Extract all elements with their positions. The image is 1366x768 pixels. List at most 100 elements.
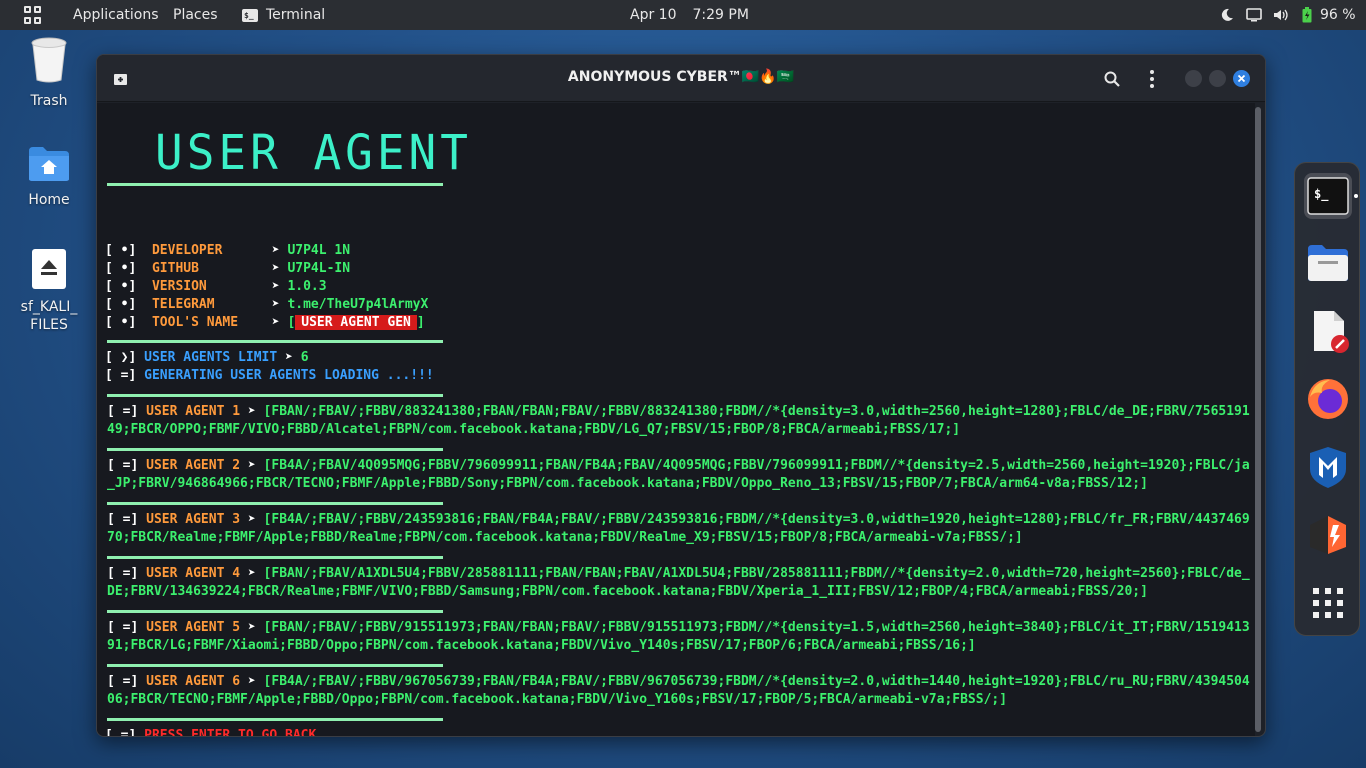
- clock[interactable]: Apr 10 7:29 PM: [630, 0, 749, 30]
- user-agent-entry: [ =] USER AGENT 2 ➤ [FB4A/;FBAV/4Q095MQG…: [107, 458, 1250, 491]
- display-icon[interactable]: [1246, 0, 1262, 30]
- prompt-text: PRESS ENTER TO GO BACK: [144, 728, 317, 737]
- close-icon: [1237, 74, 1246, 83]
- home-folder-icon: [29, 147, 69, 181]
- volume-icon[interactable]: [1273, 0, 1289, 30]
- applications-menu[interactable]: Applications: [73, 0, 159, 30]
- user-agent-label: USER AGENT 5: [146, 620, 241, 635]
- dock-metasploit[interactable]: [1306, 445, 1350, 489]
- loading-text: GENERATING USER AGENTS LOADING ...!!!: [144, 368, 434, 383]
- user-agent-label: USER AGENT 2: [146, 458, 241, 473]
- separator-line: [107, 394, 443, 397]
- desktop-shared-drive[interactable]: sf_KALI_ FILES: [9, 248, 89, 334]
- dock-text-editor[interactable]: [1306, 309, 1350, 353]
- battery-icon[interactable]: [1302, 0, 1312, 30]
- close-button[interactable]: [1233, 70, 1250, 87]
- user-agent-string: [FB4A/;FBAV/;FBBV/967056739;FBAN/FB4A;FB…: [107, 674, 1250, 707]
- user-agent-entry: [ =] USER AGENT 3 ➤ [FB4A/;FBAV/;FBBV/24…: [107, 512, 1250, 545]
- title-bar[interactable]: ANONYMOUS CYBER™🇧🇩🔥🇸🇦: [97, 55, 1265, 102]
- user-agent-entry: [ =] USER AGENT 6 ➤ [FB4A/;FBAV/;FBBV/96…: [107, 674, 1250, 707]
- prompt-line: [ =] PRESS ENTER TO GO BACK: [105, 727, 317, 737]
- separator-line: [107, 448, 443, 451]
- info-value: U7P4L 1N: [287, 243, 351, 258]
- info-key: TOOL'S NAME: [151, 315, 239, 330]
- scrollbar[interactable]: [1255, 107, 1261, 732]
- app-grid-icon[interactable]: [24, 6, 42, 24]
- minimize-button[interactable]: [1185, 70, 1202, 87]
- user-agent-entry: [ =] USER AGENT 5 ➤ [FBAN/;FBAV/;FBBV/91…: [107, 620, 1250, 653]
- dock-terminal[interactable]: $_: [1304, 173, 1352, 219]
- limit-value: 6: [300, 350, 309, 365]
- info-line: [ •] VERSION ➤ 1.0.3: [105, 279, 327, 294]
- terminal-window: ANONYMOUS CYBER™🇧🇩🔥🇸🇦 USER AGENT [ •] DE…: [96, 54, 1266, 737]
- limit-label: USER AGENTS LIMIT: [144, 350, 278, 365]
- kebab-menu-icon[interactable]: [1150, 70, 1154, 92]
- metasploit-icon: [1310, 447, 1346, 488]
- dock-files[interactable]: [1306, 241, 1350, 285]
- user-agent-string: [FBAN/;FBAV/;FBBV/915511973;FBAN/FBAN;FB…: [107, 620, 1250, 653]
- user-agent-entry: [ =] USER AGENT 1 ➤ [FBAN/;FBAV/;FBBV/88…: [107, 404, 1250, 437]
- info-key: GITHUB: [151, 261, 199, 276]
- window-title: ANONYMOUS CYBER™🇧🇩🔥🇸🇦: [567, 69, 795, 85]
- dock-firefox[interactable]: [1306, 377, 1350, 421]
- loading-line: [ =] GENERATING USER AGENTS LOADING ...!…: [105, 368, 434, 383]
- burpsuite-icon: [1310, 516, 1346, 554]
- places-menu[interactable]: Places: [173, 0, 218, 30]
- date-label: Apr 10: [630, 7, 677, 23]
- info-line: [ •] TOOL'S NAME ➤ [USER AGENT GEN]: [105, 315, 425, 330]
- user-agent-label: USER AGENT 6: [146, 674, 241, 689]
- user-agent-label: USER AGENT 1: [146, 404, 241, 419]
- info-value: 1.0.3: [287, 279, 327, 294]
- user-agent-string: [FB4A/;FBAV/;FBBV/243593816;FBAN/FB4A;FB…: [107, 512, 1250, 545]
- user-agent-label: USER AGENT 4: [146, 566, 241, 581]
- separator-line: [107, 502, 443, 505]
- limit-line: [ ❯] USER AGENTS LIMIT ➤ 6: [105, 350, 309, 365]
- maximize-button[interactable]: [1209, 70, 1226, 87]
- files-icon: [1308, 245, 1348, 281]
- running-indicator: [1354, 194, 1358, 198]
- desktop-trash[interactable]: Trash: [9, 36, 89, 110]
- dock-burpsuite[interactable]: [1306, 513, 1350, 557]
- terminal-app-label: Terminal: [266, 7, 326, 23]
- info-key: TELEGRAM: [151, 297, 215, 312]
- info-key: VERSION: [151, 279, 207, 294]
- trash-icon: [31, 37, 67, 83]
- info-line: [ •] DEVELOPER ➤ U7P4L 1N: [105, 243, 351, 258]
- home-label: Home: [28, 192, 70, 208]
- show-apps-icon[interactable]: [1312, 587, 1344, 623]
- top-panel: Applications Places $_ Terminal Apr 10 7…: [0, 0, 1366, 30]
- terminal-output[interactable]: USER AGENT [ •] DEVELOPER ➤ U7P4L 1N [ •]…: [97, 103, 1255, 737]
- user-agent-string: [FB4A/;FBAV/4Q095MQG;FBBV/796099911;FBAN…: [107, 458, 1250, 491]
- separator-line: [107, 340, 443, 343]
- info-value: t.me/TheU7p4lArmyX: [287, 297, 429, 312]
- ascii-banner: USER AGENT: [155, 123, 472, 181]
- drive-label-line2: FILES: [30, 317, 68, 333]
- firefox-icon: [1308, 379, 1348, 419]
- user-agent-string: [FBAN/;FBAV/;FBBV/883241380;FBAN/FBAN;FB…: [107, 404, 1250, 437]
- battery-percent: 96 %: [1320, 7, 1356, 23]
- separator-line: [107, 718, 443, 721]
- separator-line: [107, 556, 443, 559]
- separator-line: [107, 610, 443, 613]
- search-icon[interactable]: [1104, 71, 1120, 91]
- info-line: [ •] TELEGRAM ➤ t.me/TheU7p4lArmyX: [105, 297, 429, 312]
- svg-text:$_: $_: [1314, 187, 1329, 202]
- info-key: DEVELOPER: [151, 243, 223, 258]
- user-agent-label: USER AGENT 3: [146, 512, 241, 527]
- time-label: 7:29 PM: [692, 7, 749, 23]
- terminal-icon: $_: [242, 8, 258, 22]
- text-editor-icon: [1314, 311, 1349, 353]
- separator-line: [107, 183, 443, 186]
- separator-line: [107, 664, 443, 667]
- terminal-icon: $_: [1307, 177, 1349, 215]
- info-value: U7P4L-IN: [287, 261, 351, 276]
- drive-label-line1: sf_KALI_: [20, 299, 78, 315]
- info-line: [ •] GITHUB ➤ U7P4L-IN: [105, 261, 351, 276]
- user-agent-string: [FBAN/;FBAV/A1XDL5U4;FBBV/285881111;FBAN…: [107, 566, 1250, 599]
- user-agent-entry: [ =] USER AGENT 4 ➤ [FBAN/;FBAV/A1XDL5U4…: [107, 566, 1250, 599]
- info-value: USER AGENT GEN: [295, 315, 417, 330]
- terminal-app-menu[interactable]: $_ Terminal: [242, 0, 325, 30]
- moon-icon[interactable]: [1220, 0, 1234, 30]
- trash-label: Trash: [30, 93, 68, 109]
- desktop-home[interactable]: Home: [9, 145, 89, 209]
